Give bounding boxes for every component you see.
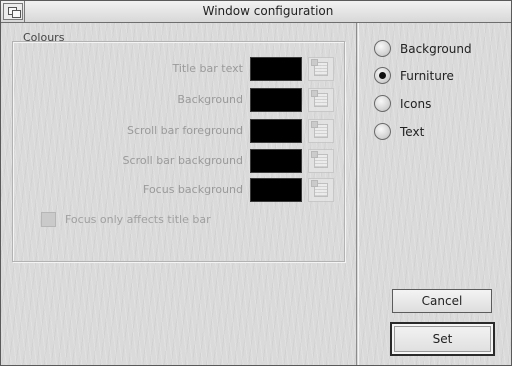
title-bar[interactable]: Window configuration — [1, 1, 511, 23]
radio-text[interactable]: Text — [374, 123, 504, 141]
colour-row-scroll-bar-background: Scroll bar background — [1, 149, 357, 173]
colour-row-label: Scroll bar background — [122, 154, 243, 167]
colours-group-label: Colours — [23, 31, 65, 44]
colours-pane: Colours Title bar text Background Scroll… — [1, 23, 357, 365]
radio-button-icon[interactable] — [374, 123, 391, 140]
radio-label: Text — [400, 125, 425, 139]
colour-swatch-title-bar-text[interactable] — [250, 57, 302, 81]
cancel-button[interactable]: Cancel — [392, 289, 492, 313]
colour-row-background: Background — [1, 88, 357, 112]
colour-row-label: Background — [177, 93, 243, 106]
set-button[interactable]: Set — [390, 322, 495, 356]
window-title: Window configuration — [24, 1, 511, 22]
radio-button-icon[interactable] — [374, 40, 391, 57]
colour-swatch-background[interactable] — [250, 88, 302, 112]
radio-label: Background — [400, 42, 472, 56]
focus-only-checkbox[interactable] — [41, 212, 56, 227]
window-configuration-dialog: Window configuration Colours Title bar t… — [0, 0, 512, 366]
radio-furniture[interactable]: Furniture — [374, 67, 504, 85]
colour-swatch-focus-background[interactable] — [250, 178, 302, 202]
palette-icon[interactable] — [308, 119, 334, 143]
radio-background[interactable]: Background — [374, 40, 504, 58]
colour-row-label: Focus background — [143, 183, 243, 196]
colour-row-label: Scroll bar foreground — [127, 124, 243, 137]
colour-row-title-bar-text: Title bar text — [1, 57, 357, 81]
colour-row-label: Title bar text — [172, 62, 243, 75]
colour-row-focus-background: Focus background — [1, 178, 357, 202]
radio-button-icon[interactable] — [374, 95, 391, 112]
radio-label: Furniture — [400, 69, 454, 83]
colour-swatch-scroll-bar-background[interactable] — [250, 149, 302, 173]
palette-icon[interactable] — [308, 57, 334, 81]
colour-swatch-scroll-bar-foreground[interactable] — [250, 119, 302, 143]
palette-icon[interactable] — [308, 149, 334, 173]
focus-only-label: Focus only affects title bar — [65, 213, 211, 226]
options-pane: Background Furniture Icons Text Cancel S… — [358, 23, 511, 365]
palette-icon[interactable] — [308, 178, 334, 202]
colour-row-scroll-bar-foreground: Scroll bar foreground — [1, 119, 357, 143]
radio-button-selected-icon[interactable] — [374, 67, 391, 84]
radio-icons[interactable]: Icons — [374, 95, 504, 113]
palette-icon[interactable] — [308, 88, 334, 112]
radio-label: Icons — [400, 97, 432, 111]
window-back-icon[interactable] — [3, 3, 23, 20]
